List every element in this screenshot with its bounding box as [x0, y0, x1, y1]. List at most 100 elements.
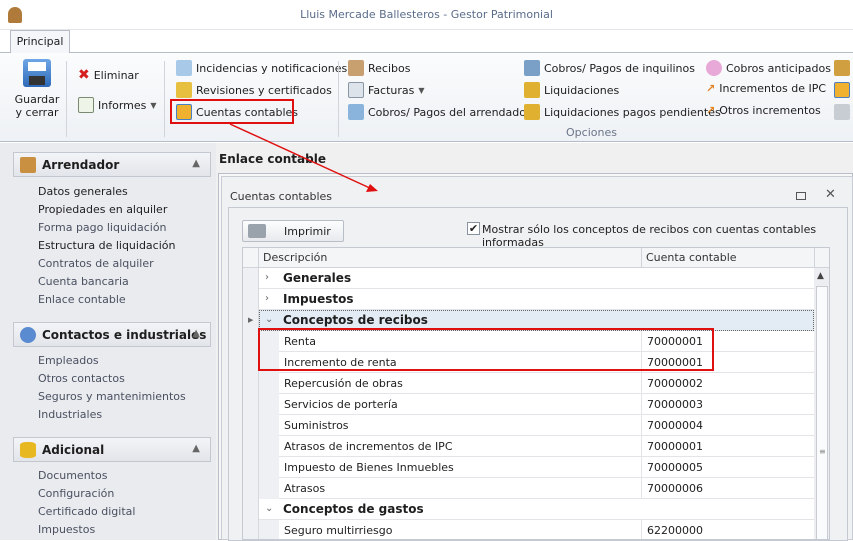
column-header-description[interactable]: Descripción [263, 251, 327, 264]
table-row[interactable]: Impuesto de Bienes Inmuebles 70000005 [243, 457, 814, 478]
tab-principal[interactable]: Principal [10, 30, 70, 53]
chevron-right-icon[interactable]: › [265, 272, 269, 283]
group-row[interactable]: ⌄ Conceptos de gastos [243, 499, 814, 520]
section-title: Adicional [42, 442, 105, 457]
label: Liquidaciones [544, 83, 620, 97]
bell-icon [176, 82, 192, 98]
sidebar-item-certificado[interactable]: Certificado digital [38, 505, 135, 518]
sidebar-item-forma-pago[interactable]: Forma pago liquidación [38, 221, 167, 234]
chevron-up-icon[interactable]: ▲ [192, 443, 200, 454]
sidebar-item-datos-generales[interactable]: Datos generales [38, 185, 128, 198]
chevron-down-icon: ▼ [150, 100, 157, 110]
filter-checkbox[interactable]: ✔ [467, 222, 480, 235]
table-row[interactable]: Suministros 70000004 [243, 415, 814, 436]
sidebar-item-enlace-contable[interactable]: Enlace contable [38, 293, 126, 306]
revisions-button[interactable]: Revisiones y certificados [176, 82, 332, 98]
cash-register-icon[interactable] [834, 60, 850, 76]
tenant-payments-button[interactable]: Cobros/ Pagos de inquilinos [524, 60, 695, 76]
sidebar-item-estructura[interactable]: Estructura de liquidación [38, 239, 175, 252]
chevron-down-icon: ▼ [418, 85, 425, 95]
chevron-down-icon[interactable]: ⌄ [265, 503, 273, 514]
advance-payments-button[interactable]: Cobros anticipados [706, 60, 831, 76]
landlord-payments-button[interactable]: Cobros/ Pagos del arrendador [348, 104, 531, 120]
other-increments-button[interactable]: ↗ Otros incrementos [706, 104, 821, 117]
label: Recibos [368, 61, 411, 75]
sidebar-item-contratos[interactable]: Contratos de alquiler [38, 257, 154, 270]
chevron-right-icon[interactable]: › [265, 293, 269, 304]
sidebar-item-configuracion[interactable]: Configuración [38, 487, 114, 500]
receipts-button[interactable]: Recibos [348, 60, 410, 76]
row-account[interactable]: 70000002 [647, 377, 703, 390]
invoices-dropdown[interactable]: Facturas ▼ [348, 82, 425, 98]
people-icon [20, 326, 36, 343]
row-description: Atrasos [284, 482, 326, 495]
save-close-button[interactable]: Guardar y cerrar [14, 59, 60, 119]
section-contactos[interactable]: Contactos e industriales ▲ [13, 322, 211, 347]
reports-dropdown[interactable]: Informes ▼ [78, 97, 157, 113]
scrollbar-thumb[interactable]: ≡ [816, 286, 828, 539]
group-label-opciones: Opciones [566, 126, 617, 139]
ipc-increments-button[interactable]: ↗ Incrementos de IPC [706, 82, 826, 95]
sidebar-item-impuestos[interactable]: Impuestos [38, 523, 95, 536]
receipt-icon [348, 60, 364, 76]
print-button[interactable]: Imprimir [242, 220, 344, 242]
sidebar-item-seguros[interactable]: Seguros y mantenimientos [38, 390, 186, 403]
increment-arrow-icon: ↗ [706, 82, 716, 95]
safe-icon[interactable] [834, 104, 850, 120]
sidebar-item-propiedades[interactable]: Propiedades en alquiler [38, 203, 167, 216]
highlight-box [258, 328, 714, 371]
delete-button[interactable]: ✖ Eliminar [78, 67, 139, 83]
section-title: Contactos e industriales [42, 327, 207, 342]
table-row[interactable]: Atrasos 70000006 [243, 478, 814, 499]
pending-settlements-button[interactable]: Liquidaciones pagos pendientes [524, 104, 721, 120]
calculator-icon [348, 104, 364, 120]
table-row[interactable]: Seguro multirriesgo 62200000 [243, 520, 814, 539]
section-arrendador[interactable]: Arrendador ▲ [13, 152, 211, 177]
row-indicator [243, 499, 259, 520]
table-row[interactable]: Repercusión de obras 70000002 [243, 373, 814, 394]
section-adicional[interactable]: Adicional ▲ [13, 437, 211, 462]
sidebar-item-industriales[interactable]: Industriales [38, 408, 102, 421]
ribbon: Guardar y cerrar ✖ Eliminar Informes ▼ Inc… [0, 52, 853, 142]
row-account[interactable]: 70000004 [647, 419, 703, 432]
scroll-up-icon[interactable]: ▲ [817, 271, 824, 281]
close-icon[interactable]: ✕ [825, 187, 836, 202]
restore-icon[interactable] [796, 192, 806, 200]
settlements-button[interactable]: Liquidaciones [524, 82, 619, 98]
sidebar-item-empleados[interactable]: Empleados [38, 354, 99, 367]
row-indicator [243, 289, 259, 310]
group-label: Conceptos de gastos [283, 502, 424, 516]
label: Otros incrementos [719, 104, 821, 117]
section-title: Arrendador [42, 157, 120, 172]
group-row[interactable]: › Generales [243, 268, 814, 289]
row-indicator [243, 520, 259, 539]
chevron-up-icon[interactable]: ▲ [192, 328, 200, 339]
column-header-account[interactable]: Cuenta contable [641, 248, 737, 268]
incidents-button[interactable]: Incidencias y notificaciones [176, 60, 347, 76]
filter-label[interactable]: Mostrar sólo los conceptos de recibos co… [482, 223, 853, 249]
settlement-check-icon [524, 104, 540, 120]
printer-icon [248, 224, 266, 238]
increment-arrow-icon: ↗ [706, 104, 716, 117]
row-account[interactable]: 70000003 [647, 398, 703, 411]
sidebar-item-otros-contactos[interactable]: Otros contactos [38, 372, 125, 385]
label: Eliminar [93, 68, 139, 82]
row-indicator [243, 373, 259, 394]
group-row[interactable]: › Impuestos [243, 289, 814, 310]
label: Informes [98, 98, 147, 112]
table-row[interactable]: Atrasos de incrementos de IPC 70000001 [243, 436, 814, 457]
sidebar-item-cuenta-bancaria[interactable]: Cuenta bancaria [38, 275, 129, 288]
chevron-up-icon[interactable]: ▲ [192, 158, 200, 169]
row-account[interactable]: 70000006 [647, 482, 703, 495]
vertical-scrollbar[interactable]: ▲ ≡ [814, 268, 829, 539]
row-indicator [243, 436, 259, 457]
row-account[interactable]: 70000005 [647, 461, 703, 474]
sidebar-item-documentos[interactable]: Documentos [38, 469, 107, 482]
ledger-icon[interactable] [834, 82, 850, 98]
table-row[interactable]: Servicios de portería 70000003 [243, 394, 814, 415]
row-account[interactable]: 62200000 [647, 524, 703, 537]
row-account[interactable]: 70000001 [647, 440, 703, 453]
row-indicator [243, 331, 259, 352]
row-indicator: ▶ [243, 310, 259, 331]
notifications-icon [176, 60, 192, 76]
